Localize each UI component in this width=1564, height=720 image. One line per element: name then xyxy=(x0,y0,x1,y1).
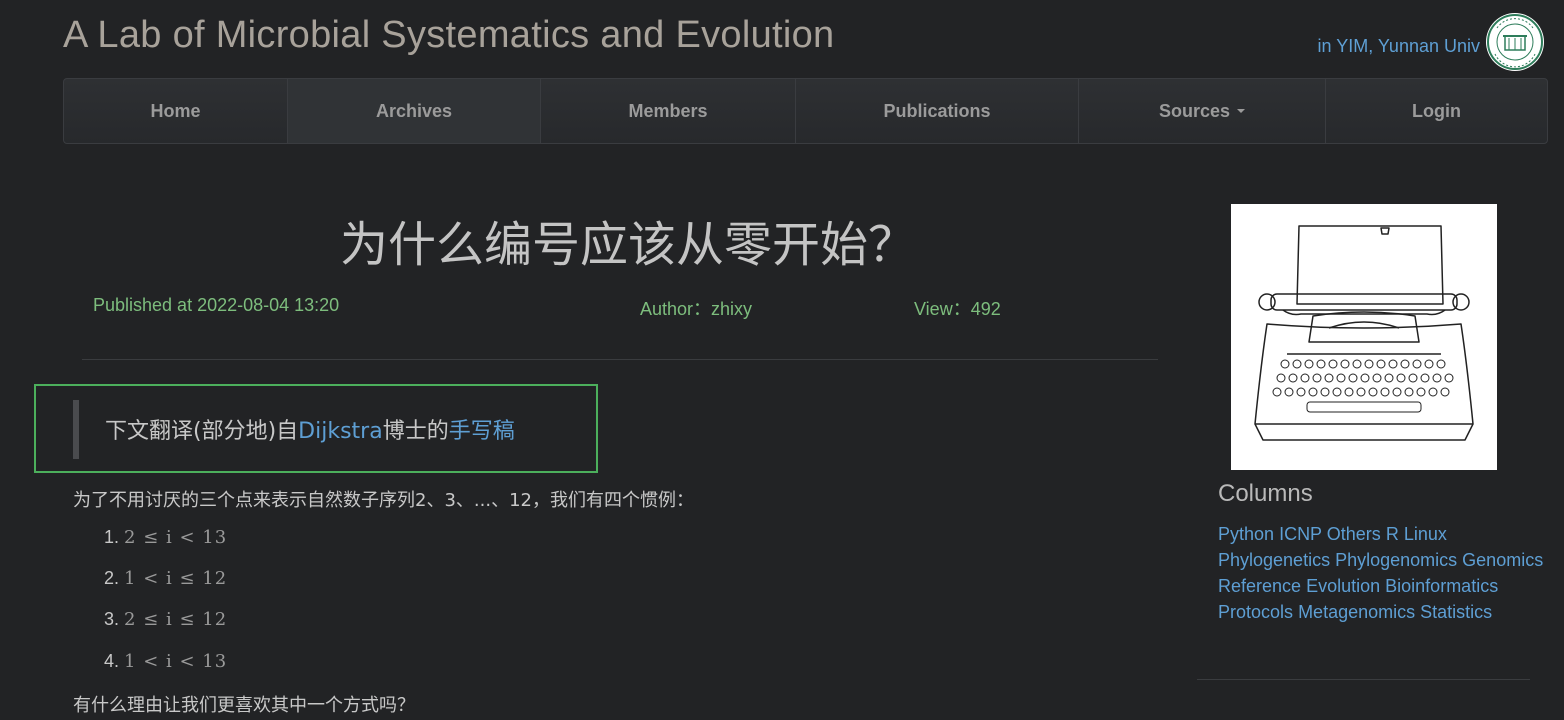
nav-publications[interactable]: Publications xyxy=(796,79,1079,143)
intro-paragraph: 为了不用讨厌的三个点来表示自然数子序列2、3、...、12，我们有四个惯例： xyxy=(73,490,694,511)
list-item: 4. 1 < i < 13 xyxy=(104,651,227,672)
quote-middle: 博士的 xyxy=(382,419,449,444)
math-expression: 1 < i ≤ 12 xyxy=(124,568,228,589)
math-expression: 2 ≤ i < 13 xyxy=(124,527,228,548)
column-link-bioinformatics[interactable]: Bioinformatics xyxy=(1385,576,1498,596)
blockquote-bar xyxy=(73,400,79,459)
list-number: 1. xyxy=(104,527,120,547)
nav-members[interactable]: Members xyxy=(541,79,796,143)
sidebar-divider xyxy=(1197,679,1530,680)
nav-sources-label: Sources xyxy=(1158,100,1231,121)
nav-login[interactable]: Login xyxy=(1326,79,1547,143)
title-divider xyxy=(82,359,1158,360)
list-number: 4. xyxy=(104,651,120,671)
column-link-metagenomics[interactable]: Metagenomics xyxy=(1298,602,1415,622)
yunnan-univ-link[interactable]: Yunnan Univ xyxy=(1378,36,1480,56)
blockquote: 下文翻译(部分地)自Dijkstra博士的手写稿 xyxy=(105,413,515,445)
quote-prefix: 下文翻译(部分地)自 xyxy=(105,419,299,444)
published-date: Published at 2022-08-04 13:20 xyxy=(93,295,340,315)
nav-archives[interactable]: Archives xyxy=(288,79,541,143)
view-count: View：492 xyxy=(914,299,1001,319)
post-title: 为什么编号应该从零开始？ xyxy=(340,217,917,273)
column-link-python[interactable]: Python xyxy=(1218,524,1274,544)
dijkstra-link[interactable]: Dijkstra xyxy=(298,419,383,444)
typewriter-image xyxy=(1231,204,1497,470)
list-item: 2. 1 < i ≤ 12 xyxy=(104,568,227,589)
column-link-others[interactable]: Others xyxy=(1327,524,1381,544)
columns-heading: Columns xyxy=(1218,480,1313,507)
typewriter-icon xyxy=(1254,225,1474,441)
list-item: 3. 2 ≤ i ≤ 12 xyxy=(104,609,227,630)
nav-home[interactable]: Home xyxy=(64,79,288,143)
column-link-reference[interactable]: Reference xyxy=(1218,576,1301,596)
math-expression: 1 < i < 13 xyxy=(124,651,228,672)
question-paragraph: 有什么理由让我们更喜欢其中一个方式吗？ xyxy=(73,695,415,716)
columns-list: Python ICNP Others R Linux Phylogenetics… xyxy=(1218,521,1548,625)
author: Author：zhixy xyxy=(640,299,753,319)
yim-link[interactable]: YIM xyxy=(1336,36,1368,56)
list-item: 1. 2 ≤ i < 13 xyxy=(104,527,227,548)
math-expression: 2 ≤ i ≤ 12 xyxy=(124,609,228,630)
list-number: 2. xyxy=(104,568,120,588)
column-link-icnp[interactable]: ICNP xyxy=(1279,524,1322,544)
column-link-phylogenetics[interactable]: Phylogenetics xyxy=(1218,550,1330,570)
university-seal-icon xyxy=(1486,13,1544,71)
manuscript-link[interactable]: 手写稿 xyxy=(449,419,515,444)
affiliation-separator: , xyxy=(1368,36,1378,56)
column-link-evolution[interactable]: Evolution xyxy=(1306,576,1380,596)
nav-sources[interactable]: Sources xyxy=(1079,79,1326,143)
column-link-r[interactable]: R xyxy=(1386,524,1399,544)
column-link-protocols[interactable]: Protocols xyxy=(1218,602,1293,622)
list-number: 3. xyxy=(104,609,120,629)
university-logo[interactable] xyxy=(1485,12,1545,72)
column-link-genomics[interactable]: Genomics xyxy=(1462,550,1543,570)
affiliation: in YIM, Yunnan Univ xyxy=(1318,36,1480,57)
main-navbar: Home Archives Members Publications Sourc… xyxy=(63,78,1548,144)
column-link-linux[interactable]: Linux xyxy=(1404,524,1447,544)
column-link-phylogenomics[interactable]: Phylogenomics xyxy=(1335,550,1457,570)
column-link-statistics[interactable]: Statistics xyxy=(1420,602,1492,622)
site-title: A Lab of Microbial Systematics and Evolu… xyxy=(63,14,835,56)
dropdown-caret-icon xyxy=(1237,109,1246,113)
affiliation-prefix: in xyxy=(1317,36,1337,56)
